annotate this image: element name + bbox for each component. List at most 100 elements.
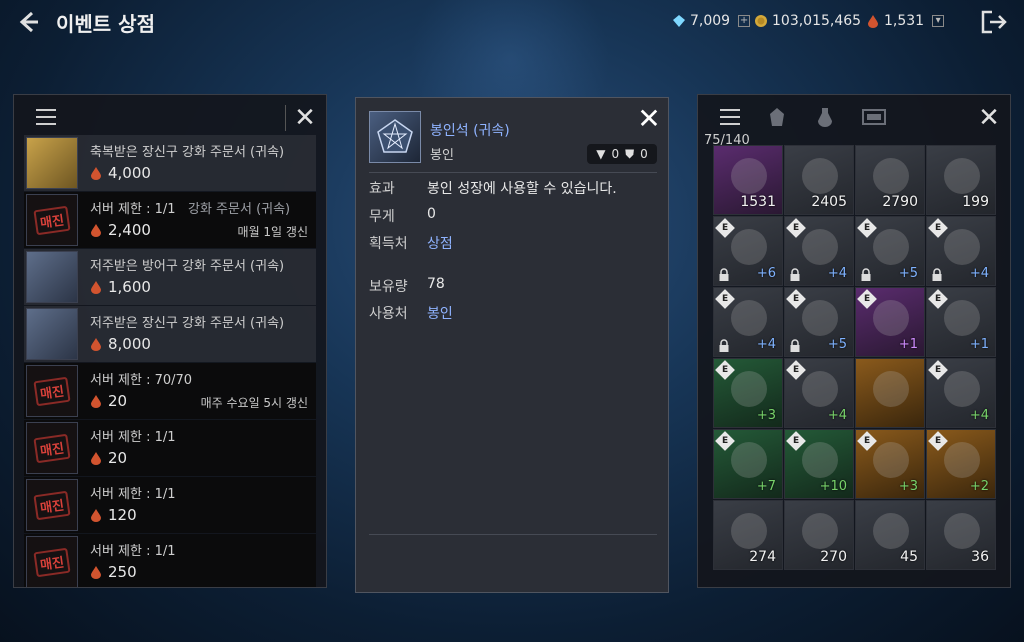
usage-link[interactable]: 봉인 [427, 303, 453, 323]
close-icon[interactable]: ✕ [976, 105, 1002, 131]
enhance-level: +2 [969, 479, 989, 494]
inventory-slot[interactable]: E +4 [784, 358, 854, 428]
shop-row[interactable]: 저주받은 장신구 강화 주문서 (귀속) 8,000 [24, 306, 316, 362]
shop-item-name: 저주받은 장신구 강화 주문서 (귀속) [90, 316, 285, 331]
reset-schedule: 매주 수요일 5시 갱신 [200, 396, 308, 410]
sold-out-label: 매진 [33, 205, 71, 235]
item-icon [873, 158, 909, 194]
sold-out-stamp-icon: 매진 [26, 479, 78, 531]
shop-row[interactable]: 매진 서버 제한 : 1/1 20 [24, 420, 316, 476]
shop-row[interactable]: 저주받은 방어구 강화 주문서 (귀속) 1,600 [24, 249, 316, 305]
item-badges: ▼ 0 ⛊ 0 [587, 144, 657, 164]
scroll-item-icon [26, 251, 78, 303]
inventory-slot[interactable]: E +5 [855, 216, 925, 286]
enhance-level: +4 [969, 408, 989, 423]
equipped-badge-icon: E [857, 431, 877, 451]
sold-out-label: 매진 [33, 547, 71, 577]
blood-drop-icon [90, 508, 102, 522]
inventory-slot[interactable]: E +5 [784, 287, 854, 357]
price-value: 4,000 [108, 164, 151, 182]
inventory-slot[interactable]: E +10 [784, 429, 854, 499]
close-icon[interactable]: ✕ [292, 105, 318, 131]
inventory-slot[interactable]: E +4 [926, 358, 996, 428]
diamond-amount: 7,009 [690, 13, 731, 29]
shop-row[interactable]: 축복받은 장신구 강화 주문서 (귀속) 4,000 [24, 135, 316, 191]
shop-item-price: 1,600 [90, 278, 151, 296]
inventory-slot[interactable]: 270 [784, 500, 854, 570]
anvil-icon: ▼ [596, 147, 606, 161]
blood-drop-icon [90, 223, 102, 237]
enhance-level: +4 [827, 266, 847, 281]
inventory-slot[interactable]: 36 [926, 500, 996, 570]
shop-item-name: 서버 제한 : 1/1 [90, 202, 176, 217]
inventory-slot[interactable]: E +3 [855, 429, 925, 499]
enhance-level: +1 [969, 337, 989, 352]
inventory-slot[interactable]: 1531 [713, 145, 783, 215]
shop-item-name: 저주받은 방어구 강화 주문서 (귀속) [90, 259, 285, 274]
shop-row[interactable]: 매진 서버 제한 : 1/1 120 [24, 477, 316, 533]
exit-icon[interactable] [980, 9, 1008, 35]
inventory-slot[interactable]: E +6 [713, 216, 783, 286]
divider [369, 172, 657, 173]
equipped-badge-icon: E [928, 289, 948, 309]
item-icon [944, 229, 980, 265]
back-arrow-icon[interactable] [14, 8, 42, 36]
currency-dropdown-button[interactable]: ▾ [932, 15, 945, 27]
equipped-badge-icon: E [715, 360, 735, 380]
inventory-slot[interactable]: 2790 [855, 145, 925, 215]
inventory-slot[interactable]: 274 [713, 500, 783, 570]
equipped-badge-icon: E [857, 289, 877, 309]
equipped-badge-icon: E [928, 431, 948, 451]
enhance-level: +1 [898, 337, 918, 352]
helmet-filter-icon[interactable] [768, 107, 786, 127]
shop-item-list[interactable]: 축복받은 장신구 강화 주문서 (귀속) 4,000 매진 서버 제한 : 1/1 강화… [24, 135, 316, 587]
attr-owned: 보유량 78 [369, 276, 445, 295]
inventory-slot[interactable]: 199 [926, 145, 996, 215]
equipped-badge-icon: E [715, 218, 735, 238]
inventory-slot[interactable]: E +4 [926, 216, 996, 286]
inventory-slot[interactable]: E +4 [713, 287, 783, 357]
inventory-slot[interactable]: E +1 [855, 287, 925, 357]
item-icon [873, 442, 909, 478]
item-icon [731, 229, 767, 265]
inventory-slot[interactable]: E +1 [926, 287, 996, 357]
item-icon [802, 158, 838, 194]
inventory-slot[interactable]: E +2 [926, 429, 996, 499]
shop-row[interactable]: 매진 서버 제한 : 1/1 강화 주문서 (귀속) 2,400 매월 1일 갱신 [24, 192, 316, 248]
source-link[interactable]: 상점 [427, 233, 453, 253]
inventory-grid[interactable]: 1531 2405 2790 199 E +6 E +4 E +5 E +4 E +4 E +5 E +1 E +1 E… [713, 145, 1002, 570]
sold-out-label: 매진 [33, 433, 71, 463]
anvil-count: 0 [611, 147, 620, 161]
potion-filter-icon[interactable] [816, 107, 834, 127]
price-value: 120 [108, 506, 137, 524]
blood-drop-icon [90, 280, 102, 294]
inventory-slot[interactable]: E +3 [713, 358, 783, 428]
item-count: 274 [749, 549, 776, 565]
attr-weight: 무게 0 [369, 206, 436, 225]
menu-icon[interactable] [36, 109, 56, 125]
item-count: 2790 [882, 194, 918, 210]
bag-filter-icon[interactable] [862, 109, 886, 125]
enhance-level: +6 [756, 266, 776, 281]
divider [285, 105, 286, 131]
divider [369, 534, 657, 535]
equipped-badge-icon: E [715, 289, 735, 309]
shop-item-name-behind: 강화 주문서 (귀속) [188, 202, 291, 217]
shop-row[interactable]: 매진 서버 제한 : 70/70 20 매주 수요일 5시 갱신 [24, 363, 316, 419]
shop-item-name: 서버 제한 : 1/1 [90, 544, 176, 559]
shop-row[interactable]: 매진 서버 제한 : 1/1 250 [24, 534, 316, 587]
close-icon[interactable]: ✕ [636, 105, 662, 133]
inventory-slot[interactable]: E +4 [784, 216, 854, 286]
menu-icon[interactable] [720, 109, 740, 125]
blood-drop-icon [866, 14, 880, 28]
inventory-slot[interactable]: E +7 [713, 429, 783, 499]
page-title: 이벤트 상점 [56, 12, 155, 36]
shop-item-price: 20 [90, 449, 127, 467]
equipped-badge-icon: E [928, 360, 948, 380]
inventory-slot[interactable]: 2405 [784, 145, 854, 215]
blood-drop-icon [90, 451, 102, 465]
inventory-slot[interactable]: 45 [855, 500, 925, 570]
add-diamond-button[interactable]: + [738, 15, 751, 27]
inventory-slot[interactable] [855, 358, 925, 428]
item-icon [944, 513, 980, 549]
